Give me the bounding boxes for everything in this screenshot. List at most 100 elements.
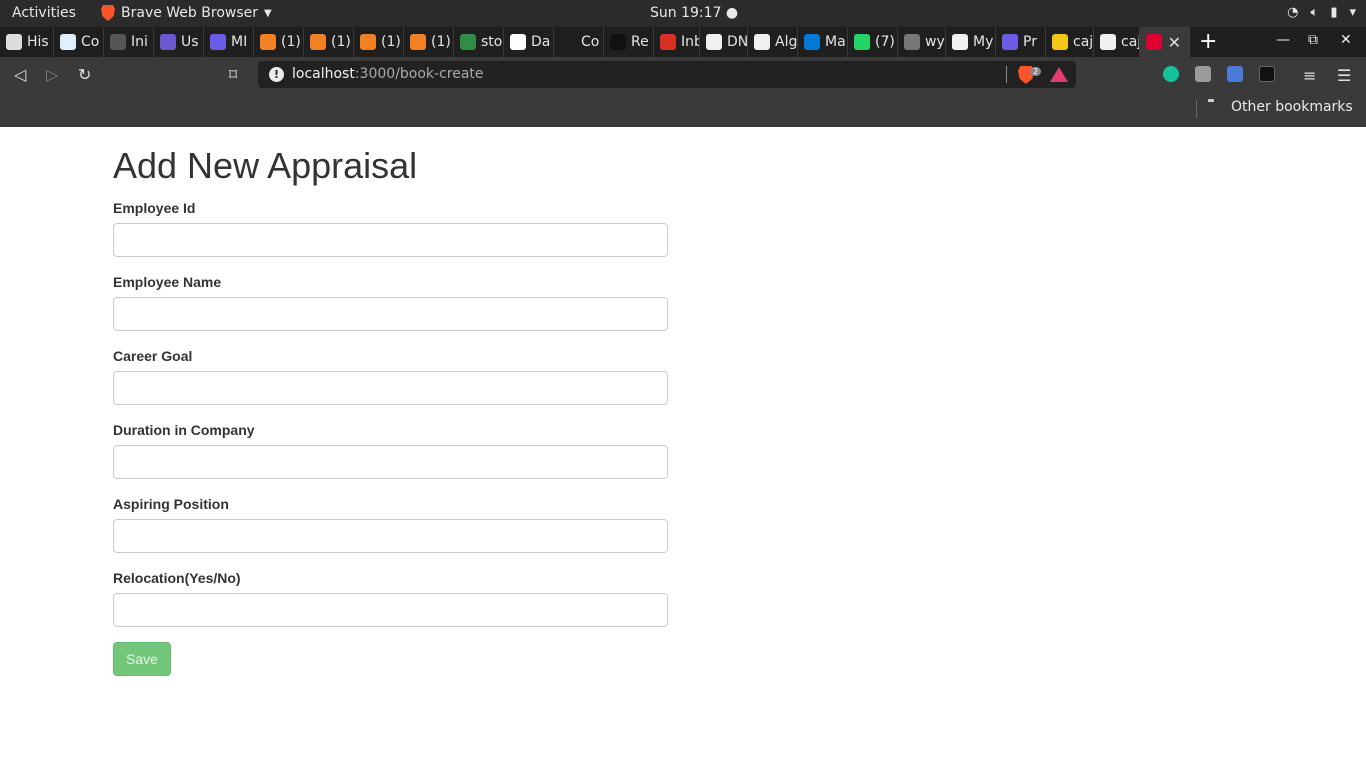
reload-icon[interactable]: ↻ <box>78 65 91 84</box>
browser-tab[interactable]: sto <box>454 27 504 57</box>
browser-tab[interactable]: caj <box>1046 27 1094 57</box>
tab-label: Re <box>631 34 649 50</box>
browser-tab[interactable]: Co <box>54 27 104 57</box>
browser-tab[interactable]: MI <box>204 27 254 57</box>
github-icon <box>1100 34 1116 50</box>
duration-input[interactable] <box>113 445 668 479</box>
stackoverflow-icon <box>410 34 426 50</box>
history-icon <box>6 34 22 50</box>
browser-tab[interactable]: Pr <box>996 27 1046 57</box>
browser-tab[interactable]: Alg <box>748 27 798 57</box>
browser-tab[interactable]: (1) <box>254 27 304 57</box>
browser-tab[interactable]: My <box>946 27 996 57</box>
translate-icon[interactable] <box>1227 66 1243 82</box>
browser-tab[interactable]: Us <box>154 27 204 57</box>
doc-icon <box>1002 34 1018 50</box>
browser-tab[interactable]: (1) <box>304 27 354 57</box>
browser-toolbar: ◁ ▷ ↻ ⌑ ! localhost:3000/book-create 2 ≡… <box>0 57 1366 92</box>
address-bar[interactable]: ! localhost:3000/book-create 2 <box>258 61 1076 88</box>
close-tab-icon[interactable]: ✕ <box>1168 33 1181 52</box>
back-icon[interactable]: ◁ <box>14 65 26 84</box>
github-icon <box>952 34 968 50</box>
tab-label: (1) <box>331 34 351 50</box>
activities-button[interactable]: Activities <box>12 5 76 21</box>
career-goal-input[interactable] <box>113 371 668 405</box>
app-name: Brave Web Browser <box>121 5 258 21</box>
aspiring-position-input[interactable] <box>113 519 668 553</box>
employee-name-input[interactable] <box>113 297 668 331</box>
menu-icon[interactable]: ☰ <box>1337 66 1351 85</box>
new-tab-button[interactable]: + <box>1199 29 1217 54</box>
tab-label: His <box>27 34 49 50</box>
app-menu[interactable]: Brave Web Browser ▼ <box>101 5 272 21</box>
close-window-button[interactable]: ✕ <box>1340 32 1352 48</box>
bookmarks-divider <box>1196 100 1197 118</box>
site-icon <box>160 34 176 50</box>
extension-icon[interactable] <box>1259 66 1275 82</box>
whatsapp-icon <box>854 34 870 50</box>
battery-icon: ▮ <box>1330 5 1338 20</box>
browser-tab[interactable]: Ini <box>104 27 154 57</box>
github-icon <box>754 34 770 50</box>
browser-tab[interactable]: ✕ <box>1140 27 1190 57</box>
forward-icon[interactable]: ▷ <box>46 65 58 84</box>
url-path: :3000/book-create <box>354 66 484 82</box>
browser-tab[interactable]: (7) <box>848 27 898 57</box>
relocation-group: Relocation(Yes/No) <box>113 568 668 627</box>
outlook-icon <box>804 34 820 50</box>
brave-rewards-icon[interactable] <box>1050 67 1068 82</box>
extension-icon[interactable] <box>1195 66 1211 82</box>
employee-name-label: Employee Name <box>113 274 222 290</box>
browser-tab[interactable]: DN <box>700 27 748 57</box>
employee-id-input[interactable] <box>113 223 668 257</box>
tab-label: (1) <box>381 34 401 50</box>
browser-tab[interactable]: His <box>0 27 54 57</box>
bookmark-icon[interactable]: ⌑ <box>229 65 237 84</box>
browser-tab[interactable]: wy <box>898 27 946 57</box>
grammarly-icon[interactable] <box>1163 66 1179 82</box>
tab-label: MI <box>231 34 248 50</box>
browser-tab[interactable]: Re <box>604 27 654 57</box>
relocation-label: Relocation(Yes/No) <box>113 570 241 586</box>
browser-tab[interactable]: Inb <box>654 27 700 57</box>
tab-label: DN <box>727 34 748 50</box>
browser-tab[interactable]: Co <box>554 27 604 57</box>
site-icon <box>560 34 576 50</box>
save-button[interactable]: Save <box>113 642 171 676</box>
browser-tab[interactable]: caj <box>1094 27 1140 57</box>
browser-tab[interactable]: Da <box>504 27 554 57</box>
employee-id-label: Employee Id <box>113 200 196 216</box>
browser-tab[interactable]: Ma <box>798 27 848 57</box>
media-queue-icon[interactable]: ≡ <box>1303 66 1316 85</box>
url-text[interactable]: localhost:3000/book-create <box>292 66 484 82</box>
stackoverflow-icon <box>360 34 376 50</box>
site-icon <box>610 34 626 50</box>
career-goal-label: Career Goal <box>113 348 193 364</box>
geeksforgeeks-icon <box>460 34 476 50</box>
page-title: Add New Appraisal <box>113 145 418 186</box>
browser-tab[interactable]: (1) <box>404 27 454 57</box>
stackoverflow-icon <box>310 34 326 50</box>
aspiring-position-group: Aspiring Position <box>113 494 668 553</box>
minimize-button[interactable]: — <box>1276 32 1290 48</box>
employee-name-group: Employee Name <box>113 272 668 331</box>
site-icon <box>1052 34 1068 50</box>
info-icon[interactable]: ! <box>269 67 284 82</box>
url-host: localhost <box>292 66 355 82</box>
maximize-button[interactable]: ⧉ <box>1308 32 1318 48</box>
tab-label: (7) <box>875 34 895 50</box>
shields-count-badge: 2 <box>1030 67 1042 76</box>
site-icon <box>60 34 76 50</box>
browser-tab[interactable]: (1) <box>354 27 404 57</box>
tab-label: Co <box>581 34 600 50</box>
clock[interactable]: Sun 19:17 ● <box>650 5 738 21</box>
other-bookmarks[interactable]: Other bookmarks <box>1231 99 1353 115</box>
tab-label: Pr <box>1023 34 1037 50</box>
doc-icon <box>210 34 226 50</box>
relocation-input[interactable] <box>113 593 668 627</box>
clock-text: Sun 19:17 <box>650 5 722 21</box>
notification-dot-icon: ● <box>725 5 739 21</box>
system-tray[interactable]: ◔ 🔈︎ ▮ ▾ <box>1287 5 1356 20</box>
power-menu-icon: ▾ <box>1349 5 1356 20</box>
bookmarks-bar <box>0 92 1366 127</box>
